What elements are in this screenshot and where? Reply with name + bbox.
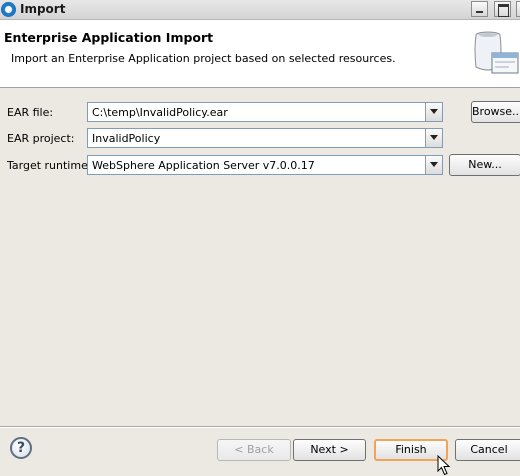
wizard-banner-icon [474,31,519,74]
page-description: Import an Enterprise Application project… [11,52,396,65]
target-runtime-value: WebSphere Application Server v7.0.0.17 [92,159,315,172]
mouse-cursor-icon [437,455,451,476]
ear-file-label: EAR file: [7,106,54,119]
chevron-down-icon[interactable] [425,156,442,174]
close-button[interactable] [516,1,520,17]
ear-project-combo[interactable]: InvalidPolicy [87,128,443,148]
chevron-down-icon[interactable] [425,103,442,121]
next-button[interactable]: Next > [293,439,366,461]
cancel-button[interactable]: Cancel [455,439,520,461]
app-icon [1,2,16,17]
ear-file-combo[interactable]: C:\temp\InvalidPolicy.ear [87,102,443,122]
back-button[interactable]: < Back [217,439,291,461]
window-title: Import [20,2,66,16]
ear-file-value: C:\temp\InvalidPolicy.ear [92,106,228,119]
window-titlebar: Import [0,0,520,20]
maximize-icon[interactable] [494,1,511,17]
ear-project-label: EAR project: [7,132,75,145]
page-title: Enterprise Application Import [4,30,214,45]
help-icon[interactable]: ? [10,437,32,459]
wizard-header: Enterprise Application Import Import an … [0,20,520,88]
target-runtime-combo[interactable]: WebSphere Application Server v7.0.0.17 [87,155,443,175]
ear-project-value: InvalidPolicy [92,132,161,145]
browse-button[interactable]: Browse... [471,101,520,123]
chevron-down-icon[interactable] [425,129,442,147]
footer-divider [0,426,520,428]
minimize-icon[interactable] [471,1,488,17]
target-runtime-label: Target runtime: [7,159,92,172]
new-runtime-button[interactable]: New... [449,154,520,176]
